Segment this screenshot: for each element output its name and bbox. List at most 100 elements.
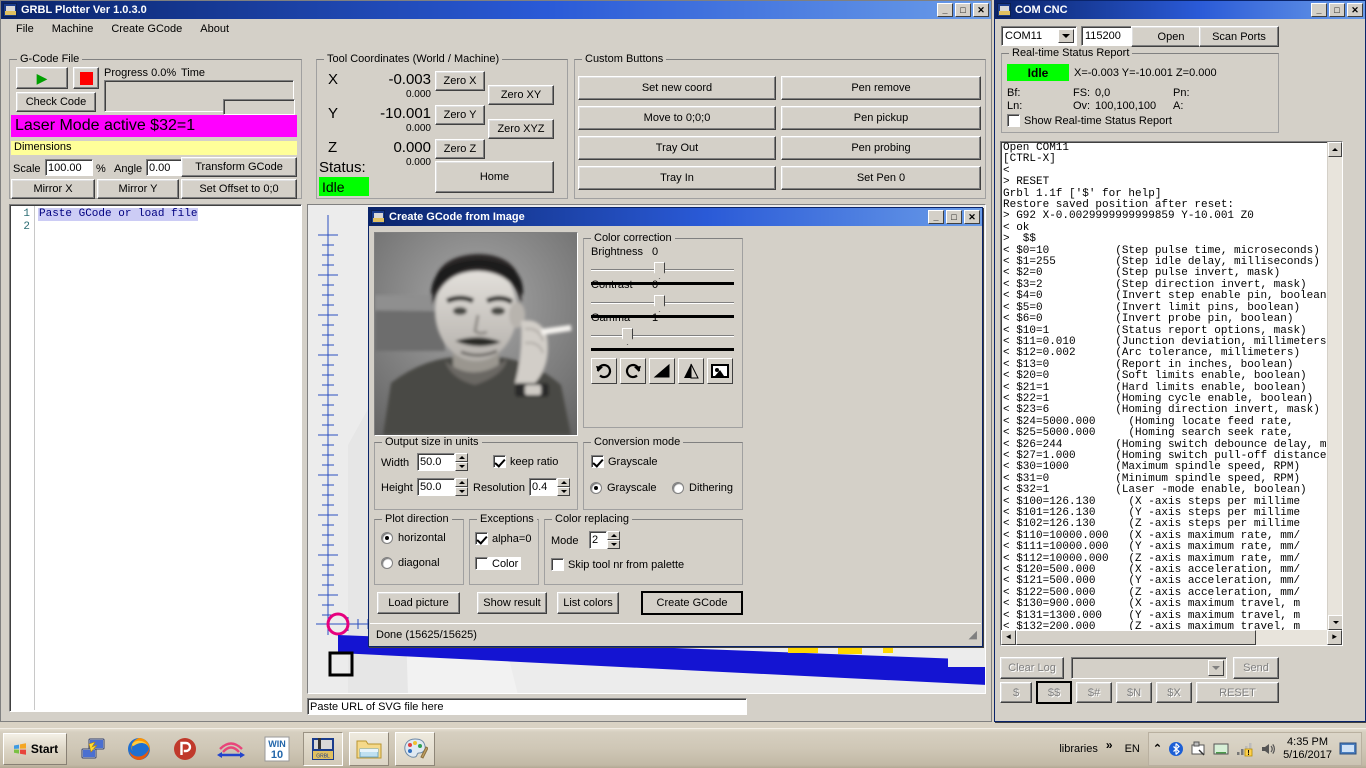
alpha-checkbox-box[interactable] [475, 532, 488, 545]
dithering-radio[interactable]: Dithering [672, 482, 733, 494]
height-spinner[interactable] [455, 478, 468, 496]
custom-button-pen-remove[interactable]: Pen remove [781, 76, 981, 100]
taskbar-item-potplayer[interactable] [165, 732, 205, 766]
flip-vertical-icon[interactable] [678, 358, 704, 384]
minimize-button[interactable]: _ [928, 210, 944, 224]
color-checkbox[interactable]: Color [475, 557, 522, 570]
mode-spin-up[interactable] [607, 531, 620, 540]
plot-direction-horizontal-radio[interactable]: horizontal [381, 532, 446, 544]
custom-button-tray-out[interactable]: Tray Out [578, 136, 776, 160]
menu-about[interactable]: About [191, 21, 238, 37]
libraries-label[interactable]: libraries [1059, 743, 1098, 755]
rotate-cw-icon[interactable] [620, 358, 646, 384]
maximize-button[interactable]: □ [946, 210, 962, 224]
home-button[interactable]: Home [435, 161, 554, 193]
cmd-button-dollar[interactable]: $ [1000, 682, 1032, 703]
cmd-button-dollar-n[interactable]: $N [1116, 682, 1152, 703]
check-code-button[interactable]: Check Code [16, 92, 96, 112]
close-button[interactable]: ✕ [973, 3, 989, 17]
show-result-button[interactable]: Show result [477, 592, 547, 614]
command-combo[interactable] [1071, 657, 1227, 679]
mode-spin-down[interactable] [607, 540, 620, 549]
stop-button[interactable] [73, 67, 99, 89]
create-gcode-button[interactable]: Create GCode [641, 591, 743, 615]
cmd-button-dollar-hash[interactable]: $# [1076, 682, 1112, 703]
start-button[interactable]: ▶ [16, 67, 68, 89]
image-preview[interactable] [374, 232, 578, 436]
chevron-down-icon[interactable] [1208, 660, 1224, 676]
custom-button-set-pen-0[interactable]: Set Pen 0 [781, 166, 981, 190]
resolution-spinner[interactable] [557, 478, 570, 496]
cmd-button-dollar-dollar[interactable]: $$ [1036, 681, 1072, 704]
minimize-button[interactable]: _ [1311, 3, 1327, 17]
gamma-slider-thumb[interactable] [622, 328, 633, 345]
port-select[interactable]: COM11 [1001, 26, 1077, 46]
close-button[interactable]: ✕ [1347, 3, 1363, 17]
maximize-button[interactable]: □ [1329, 3, 1345, 17]
scroll-right-button[interactable]: ► [1327, 630, 1342, 645]
height-spin-down[interactable] [455, 487, 468, 496]
svg-url-input[interactable]: Paste URL of SVG file here [307, 698, 747, 715]
custom-button-tray-in[interactable]: Tray In [578, 166, 776, 190]
overflow-chevron-icon[interactable]: » [1106, 738, 1113, 752]
taskbar-item-grbl-plotter[interactable]: GRBL [303, 731, 343, 766]
reset-button[interactable]: RESET [1196, 682, 1279, 703]
contrast-slider[interactable] [591, 294, 734, 318]
clear-log-button[interactable]: Clear Log [1000, 657, 1064, 679]
menu-create-gcode[interactable]: Create GCode [102, 21, 191, 37]
taskbar-item-paint[interactable] [395, 731, 435, 766]
minimize-button[interactable]: _ [937, 3, 953, 17]
zero-x-button[interactable]: Zero X [435, 71, 485, 91]
taskbar-item-network-connection[interactable] [73, 732, 113, 766]
chevron-down-icon[interactable] [1058, 29, 1074, 43]
show-status-report-checkbox[interactable]: Show Real-time Status Report [1007, 114, 1172, 127]
custom-button-pen-probing[interactable]: Pen probing [781, 136, 981, 160]
grayscale-radio[interactable]: Grayscale [590, 482, 657, 494]
taskbar-item-file-explorer[interactable] [349, 731, 389, 766]
height-input[interactable]: 50.0 [417, 478, 455, 496]
skip-tool-checkbox[interactable]: Skip tool nr from palette [551, 558, 684, 571]
maximize-button[interactable]: □ [955, 3, 971, 17]
gcode-editor[interactable]: 1 2 Paste GCode or load file [9, 204, 302, 712]
log-vertical-scrollbar[interactable] [1327, 142, 1342, 630]
main-window-titlebar[interactable]: GRBL Plotter Ver 1.0.3.0 _ □ ✕ [1, 1, 991, 19]
dithering-radio-box[interactable] [672, 482, 684, 494]
resolution-spin-down[interactable] [557, 487, 570, 496]
monitor-icon[interactable] [1213, 741, 1229, 757]
serial-log[interactable]: Open COM11 [CTRL-X] < > RESET Grbl 1.1f ['$'… [1000, 141, 1343, 646]
invert-image-icon[interactable] [707, 358, 733, 384]
grayscale-radio-box[interactable] [590, 482, 602, 494]
bluetooth-icon[interactable] [1169, 741, 1184, 757]
custom-button-set-new-coord[interactable]: Set new coord [578, 76, 776, 100]
custom-button-pen-pickup[interactable]: Pen pickup [781, 106, 981, 130]
mirror-x-button[interactable]: Mirror X [11, 179, 95, 199]
com-window-titlebar[interactable]: COM CNC _ □ ✕ [995, 1, 1365, 19]
language-indicator[interactable]: EN [1125, 743, 1140, 755]
keep-ratio-checkbox-box[interactable] [493, 455, 506, 468]
alpha-checkbox[interactable]: alpha=0 [475, 532, 531, 545]
show-desktop-icon[interactable] [1339, 742, 1357, 756]
zero-z-button[interactable]: Zero Z [435, 139, 485, 159]
log-horizontal-scrollbar[interactable]: ◄ ► [1001, 630, 1342, 645]
scroll-left-button[interactable]: ◄ [1001, 630, 1016, 645]
network-signal-icon[interactable]: ! [1236, 741, 1253, 757]
taskbar-item-win10-upgrade[interactable]: WIN 10 [257, 732, 297, 766]
brightness-slider[interactable] [591, 261, 734, 285]
width-input[interactable]: 50.0 [417, 453, 455, 471]
height-spin-up[interactable] [455, 478, 468, 487]
transform-gcode-button[interactable]: Transform GCode [181, 157, 297, 177]
scan-ports-button[interactable]: Scan Ports [1199, 26, 1279, 47]
width-spinner[interactable] [455, 453, 468, 471]
set-offset-button[interactable]: Set Offset to 0;0 [181, 179, 297, 199]
load-picture-button[interactable]: Load picture [377, 592, 460, 614]
chevron-up-icon[interactable]: ⌃ [1153, 742, 1162, 755]
contrast-slider-thumb[interactable] [654, 295, 665, 312]
scroll-up-button[interactable] [1328, 142, 1342, 157]
close-button[interactable]: ✕ [964, 210, 980, 224]
mode-spinner[interactable] [607, 531, 620, 549]
zero-xyz-button[interactable]: Zero XYZ [488, 119, 554, 139]
start-button[interactable]: Start [3, 732, 67, 765]
show-status-report-checkbox-box[interactable] [1007, 114, 1020, 127]
color-checkbox-box[interactable] [475, 557, 488, 570]
skip-tool-checkbox-box[interactable] [551, 558, 564, 571]
